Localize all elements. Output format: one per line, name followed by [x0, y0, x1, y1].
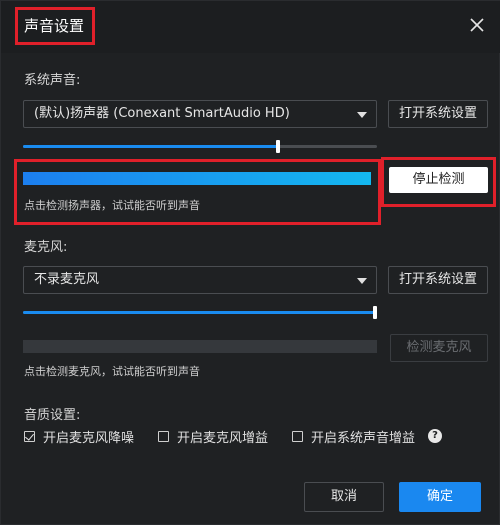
quality-label: 音质设置:	[24, 408, 81, 423]
speaker-volume-slider[interactable]	[23, 140, 377, 153]
checkbox-box	[158, 431, 169, 442]
test-microphone-button[interactable]: 检测麦克风	[390, 334, 488, 362]
title-highlight-box	[15, 7, 95, 45]
cancel-button[interactable]: 取消	[304, 482, 384, 512]
microphone-volume-thumb[interactable]	[373, 306, 377, 319]
chevron-down-icon	[357, 112, 367, 118]
system-sound-gain-checkbox[interactable]: 开启系统声音增益	[292, 427, 415, 446]
noise-reduction-label: 开启麦克风降噪	[43, 431, 135, 446]
microphone-open-settings-button[interactable]: 打开系统设置	[388, 266, 488, 294]
system-sound-label: 系统声音:	[24, 73, 81, 88]
system-sound-gain-label: 开启系统声音增益	[311, 431, 416, 446]
microphone-test-level-bar	[23, 340, 377, 353]
checkbox-box	[24, 431, 35, 442]
speaker-device-value: (默认)扬声器 (Conexant SmartAudio HD)	[34, 106, 290, 121]
speaker-test-hint: 点击检测扬声器，试试能否听到声音	[24, 199, 200, 212]
microphone-label: 麦克风:	[24, 240, 68, 255]
microphone-device-select[interactable]: 不录麦克风	[23, 266, 377, 294]
speaker-volume-thumb[interactable]	[276, 140, 280, 153]
microphone-volume-slider[interactable]	[23, 306, 377, 319]
speaker-test-level-fill	[23, 172, 371, 185]
speaker-test-level-bar	[23, 172, 371, 185]
speaker-device-select[interactable]: (默认)扬声器 (Conexant SmartAudio HD)	[23, 100, 377, 128]
title-bar: 声音设置	[1, 1, 500, 53]
close-icon	[470, 18, 484, 32]
noise-reduction-checkbox[interactable]: 开启麦克风降噪	[24, 427, 134, 446]
sound-settings-dialog: 声音设置 系统声音: (默认)扬声器 (Conexant SmartAudio …	[0, 0, 500, 525]
speaker-volume-fill	[23, 145, 278, 148]
checkbox-box	[292, 431, 303, 442]
microphone-gain-label: 开启麦克风增益	[177, 431, 269, 446]
microphone-test-hint: 点击检测麦克风，试试能否听到声音	[24, 365, 200, 378]
close-button[interactable]	[467, 15, 487, 35]
stop-test-button[interactable]: 停止检测	[389, 167, 488, 193]
confirm-button[interactable]: 确定	[399, 482, 481, 512]
chevron-down-icon	[357, 278, 367, 284]
microphone-device-value: 不录麦克风	[34, 272, 100, 287]
microphone-gain-checkbox[interactable]: 开启麦克风增益	[158, 427, 268, 446]
help-icon[interactable]: ?	[428, 429, 442, 443]
speaker-test-highlight-box	[14, 159, 381, 225]
microphone-volume-fill	[23, 311, 377, 314]
speaker-open-settings-button[interactable]: 打开系统设置	[388, 100, 488, 128]
